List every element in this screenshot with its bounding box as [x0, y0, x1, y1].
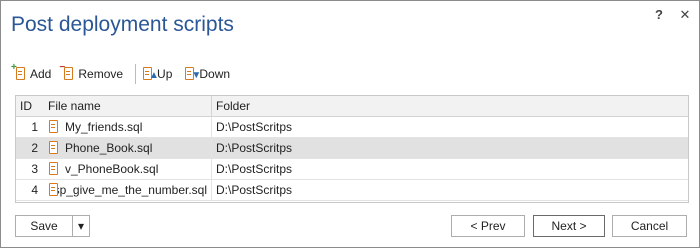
up-label: Up	[157, 67, 173, 81]
column-header-file-name[interactable]: File name	[42, 96, 212, 116]
prev-button[interactable]: < Prev	[451, 215, 525, 237]
file-name: v_PhoneBook.sql	[65, 162, 159, 176]
folder-path: D:\PostScritps	[216, 162, 293, 176]
dialog-title: Post deployment scripts	[11, 13, 234, 36]
file-name: Phone_Book.sql	[65, 141, 153, 155]
add-button[interactable]: + Add	[11, 63, 52, 82]
sql-file-icon	[48, 183, 58, 197]
column-header-folder[interactable]: Folder	[212, 96, 688, 116]
add-file-icon: +	[11, 63, 27, 81]
dialog-footer: Save ▾ < Prev Next > Cancel	[15, 215, 687, 239]
remove-label: Remove	[78, 67, 124, 81]
table-row[interactable]: 3 v_PhoneBook.sql D:\PostScritps	[16, 159, 688, 180]
sql-file-icon	[48, 162, 60, 176]
table-row[interactable]: 4 sp_give_me_the_number.sql D:\PostScrit…	[16, 180, 688, 201]
column-header-id[interactable]: ID	[16, 96, 42, 116]
folder-path: D:\PostScritps	[216, 120, 293, 134]
up-button[interactable]: ▲ Up	[142, 67, 172, 81]
folder-path: D:\PostScritps	[216, 141, 293, 155]
file-name-cell: v_PhoneBook.sql	[42, 159, 212, 179]
add-label: Add	[30, 67, 52, 81]
sql-file-icon	[48, 141, 60, 155]
post-deployment-dialog: Post deployment scripts ? ✕ + Add − Remo…	[0, 0, 700, 248]
save-dropdown-button[interactable]: ▾	[72, 215, 90, 237]
help-button[interactable]: ?	[651, 7, 667, 22]
remove-file-icon: −	[59, 63, 75, 81]
row-id: 1	[31, 120, 38, 134]
row-id: 2	[31, 141, 38, 155]
down-button[interactable]: ▼ Down	[184, 67, 230, 81]
folder-path: D:\PostScritps	[216, 183, 293, 197]
table-row[interactable]: 1 My_friends.sql D:\PostScritps	[16, 117, 688, 138]
toolbar-separator	[135, 64, 137, 84]
file-name: sp_give_me_the_number.sql	[53, 183, 207, 197]
chevron-down-icon: ▾	[77, 219, 85, 233]
scripts-grid: ID File name Folder 1 My_friends.sql D:\…	[15, 95, 689, 203]
remove-button[interactable]: − Remove	[59, 63, 124, 82]
sql-file-icon	[48, 120, 60, 134]
next-button[interactable]: Next >	[533, 215, 605, 237]
move-up-icon: ▲	[142, 67, 159, 81]
file-name: My_friends.sql	[65, 120, 143, 134]
file-name-cell: sp_give_me_the_number.sql	[42, 180, 212, 200]
cancel-button[interactable]: Cancel	[612, 215, 687, 237]
table-row-selected[interactable]: 2 Phone_Book.sql D:\PostScritps	[16, 138, 688, 159]
toolbar: + Add − Remove ▲ Up ▼ Down	[11, 63, 242, 85]
move-down-icon: ▼	[184, 67, 201, 81]
close-button[interactable]: ✕	[677, 7, 693, 23]
save-button[interactable]: Save	[15, 215, 73, 237]
down-label: Down	[199, 67, 231, 81]
row-id: 4	[31, 183, 38, 197]
file-name-cell: My_friends.sql	[42, 117, 212, 137]
row-id: 3	[31, 162, 38, 176]
file-name-cell: Phone_Book.sql	[42, 138, 212, 158]
grid-header: ID File name Folder	[16, 96, 688, 117]
